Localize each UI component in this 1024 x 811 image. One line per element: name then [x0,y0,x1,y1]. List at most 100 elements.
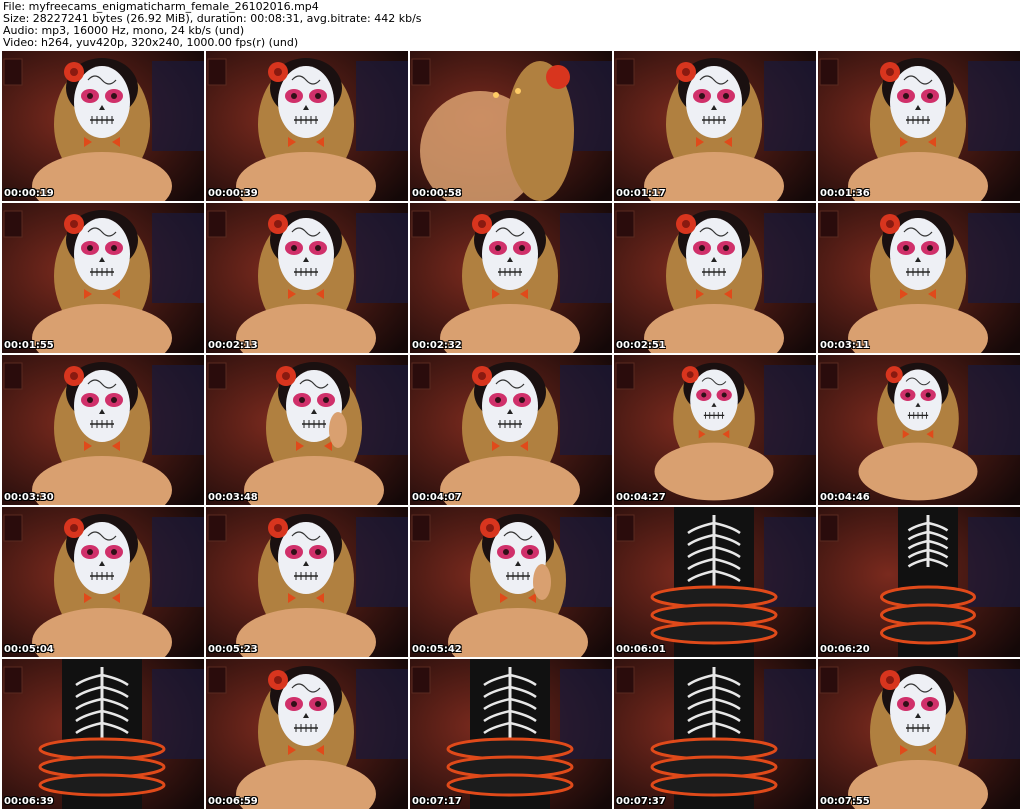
doorway [968,669,1020,759]
shoulders [654,442,774,501]
rose-center [70,372,78,380]
doorway [356,669,408,759]
hand [329,412,347,448]
wall-poster [3,58,23,86]
rose-center [478,372,486,380]
wall-poster [819,514,839,542]
video-frame [818,659,1020,809]
video-frame [614,51,816,201]
rose-center [886,220,894,228]
thumbnail: 00:00:19 [2,51,204,201]
thumbnail: 00:06:20 [818,507,1020,657]
doorway [356,213,408,303]
timestamp: 00:02:32 [412,340,462,351]
skirt-ruffle [650,773,778,797]
doorway [152,517,204,607]
doorway [968,517,1020,607]
video-frame [410,659,612,809]
rose-center [274,68,282,76]
thumbnail: 00:05:23 [206,507,408,657]
rose-center [274,524,282,532]
thumbnail: 00:04:27 [614,355,816,505]
thumbnail: 00:07:37 [614,659,816,809]
wall-poster [819,666,839,694]
video-frame [818,203,1020,353]
thumbnail: 00:05:04 [2,507,204,657]
rose-center [486,524,494,532]
left-eye [87,397,93,403]
right-eye [111,93,117,99]
doorway [356,365,408,455]
rose-center [70,220,78,228]
timestamp: 00:06:59 [208,796,258,807]
wall-poster [615,210,635,238]
wall-poster [411,514,431,542]
skirt-ruffle [38,773,166,797]
timestamp: 00:06:01 [616,644,666,655]
right-eye [111,245,117,251]
video-frame [614,203,816,353]
video-frame [818,355,1020,505]
skirt-ruffle [650,621,778,645]
left-eye [495,397,501,403]
rose-center [886,68,894,76]
video-frame [614,659,816,809]
timestamp: 00:01:55 [4,340,54,351]
contact-sheet: File: myfreecams_enigmaticharm_female_26… [0,0,1024,811]
right-eye [927,701,933,707]
rose-center [890,371,898,378]
wall-poster [3,514,23,542]
left-eye [701,392,707,398]
timestamp: 00:07:17 [412,796,462,807]
video-frame [410,51,612,201]
right-eye [315,93,321,99]
timestamp: 00:05:42 [412,644,462,655]
left-eye [291,93,297,99]
wall-poster [411,210,431,238]
right-eye [721,392,727,398]
wall-poster [3,362,23,390]
thumbnail: 00:04:07 [410,355,612,505]
doorway [764,61,816,151]
left-eye [503,549,509,555]
wall-poster [207,514,227,542]
wall-poster [819,58,839,86]
right-eye [519,245,525,251]
thumbnail: 00:05:42 [410,507,612,657]
wall-poster [411,58,431,86]
timestamp: 00:07:55 [820,796,870,807]
timestamp: 00:02:51 [616,340,666,351]
wall-poster [3,666,23,694]
timestamp: 00:06:20 [820,644,870,655]
string-light [493,92,499,98]
video-frame [2,507,204,657]
rose-center [70,68,78,76]
rose-center [274,220,282,228]
right-eye [925,392,931,398]
left-eye [699,93,705,99]
timestamp: 00:07:37 [616,796,666,807]
right-eye [111,549,117,555]
timestamp: 00:00:39 [208,188,258,199]
timestamp: 00:06:39 [4,796,54,807]
thumbnail: 00:03:11 [818,203,1020,353]
wall-poster [207,58,227,86]
right-eye [723,245,729,251]
doorway [560,517,612,607]
doorway [560,213,612,303]
doorway [968,61,1020,151]
thumbnail: 00:03:30 [2,355,204,505]
string-light [515,88,521,94]
video-frame [2,659,204,809]
rose-center [478,220,486,228]
skirt-ruffle [880,621,976,645]
video-frame [410,355,612,505]
video-frame [2,51,204,201]
right-eye [527,549,533,555]
timestamp: 00:04:27 [616,492,666,503]
thumbnail: 00:04:46 [818,355,1020,505]
right-eye [111,397,117,403]
doorway [764,365,816,455]
thumbnail: 00:00:39 [206,51,408,201]
video-frame [2,203,204,353]
